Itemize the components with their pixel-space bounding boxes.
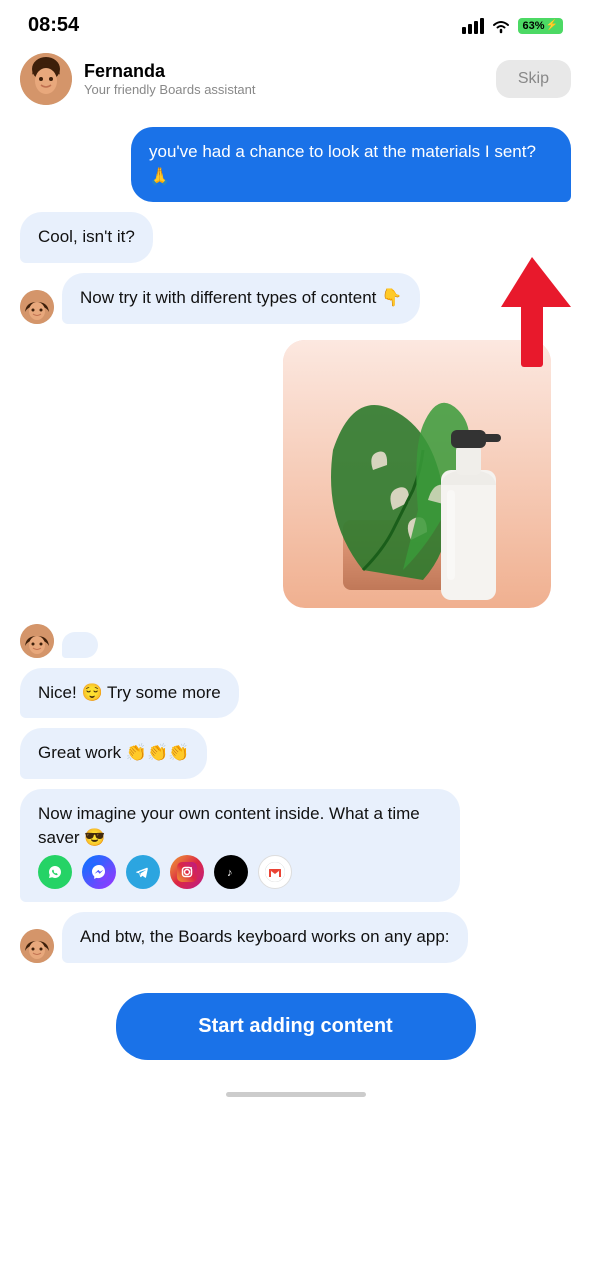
wifi-icon bbox=[490, 18, 512, 34]
svg-text:♪: ♪ bbox=[227, 867, 233, 879]
header-name: Fernanda bbox=[84, 61, 256, 82]
product-image-bubble bbox=[283, 340, 551, 608]
whatsapp-icon bbox=[38, 855, 72, 889]
status-time: 08:54 bbox=[28, 14, 79, 37]
bot-message-1: Cool, isn't it? bbox=[20, 212, 571, 263]
telegram-icon bbox=[126, 855, 160, 889]
bot-avatar-small-3 bbox=[20, 929, 54, 963]
battery-icon: 63 % ⚡ bbox=[518, 18, 563, 34]
skip-button[interactable]: Skip bbox=[496, 60, 571, 98]
avatar bbox=[20, 53, 72, 105]
bot-message-5: Great work 👏👏👏 bbox=[20, 728, 571, 779]
app-message-text: Now imagine your own content inside. Wha… bbox=[38, 802, 442, 851]
header-info: Fernanda Your friendly Boards assistant bbox=[84, 61, 256, 97]
bot-message-6: Now imagine your own content inside. Wha… bbox=[20, 789, 571, 902]
bot-bubble-2: Now try it with different types of conte… bbox=[62, 273, 420, 324]
bot-message-4: Nice! 😌 Try some more bbox=[20, 668, 571, 719]
start-adding-content-button[interactable]: Start adding content bbox=[116, 993, 476, 1060]
status-bar: 08:54 63 % ⚡ bbox=[0, 0, 591, 45]
bot-bubble-1: Cool, isn't it? bbox=[20, 212, 153, 263]
status-icons: 63 % ⚡ bbox=[462, 18, 563, 34]
header-subtitle: Your friendly Boards assistant bbox=[84, 82, 256, 97]
signal-icon bbox=[462, 18, 484, 34]
user-bubble-1: you've had a chance to look at the mater… bbox=[131, 127, 571, 202]
bot-message-3 bbox=[20, 624, 571, 658]
image-message bbox=[20, 340, 571, 608]
bot-bubble-5: Great work 👏👏👏 bbox=[20, 728, 207, 779]
user-message-1: you've had a chance to look at the mater… bbox=[20, 127, 571, 202]
chat-area: you've had a chance to look at the mater… bbox=[0, 117, 591, 973]
header: Fernanda Your friendly Boards assistant … bbox=[0, 45, 591, 117]
bot-avatar-image-1 bbox=[20, 290, 54, 324]
home-bar bbox=[226, 1092, 366, 1097]
home-indicator bbox=[0, 1080, 591, 1105]
bot-bubble-6: Now imagine your own content inside. Wha… bbox=[20, 789, 460, 902]
bot-avatar-image-2 bbox=[20, 624, 54, 658]
bot-avatar-image-3 bbox=[20, 929, 54, 963]
gmail-icon bbox=[258, 855, 292, 889]
bot-message-2: Now try it with different types of conte… bbox=[20, 273, 571, 324]
bot-message-7: And btw, the Boards keyboard works on an… bbox=[20, 912, 571, 963]
bot-bubble-3 bbox=[62, 632, 98, 658]
bot-avatar-small-1 bbox=[20, 290, 54, 324]
product-image-svg bbox=[283, 340, 551, 608]
bot-avatar-small-2 bbox=[20, 624, 54, 658]
cta-section: Start adding content bbox=[0, 973, 591, 1080]
app-icons-row: ♪ bbox=[38, 855, 442, 889]
bot-bubble-4: Nice! 😌 Try some more bbox=[20, 668, 239, 719]
avatar-image bbox=[20, 53, 72, 105]
instagram-icon bbox=[170, 855, 204, 889]
messenger-icon bbox=[82, 855, 116, 889]
tiktok-icon: ♪ bbox=[214, 855, 248, 889]
header-left: Fernanda Your friendly Boards assistant bbox=[20, 53, 256, 105]
bot-bubble-7: And btw, the Boards keyboard works on an… bbox=[62, 912, 468, 963]
